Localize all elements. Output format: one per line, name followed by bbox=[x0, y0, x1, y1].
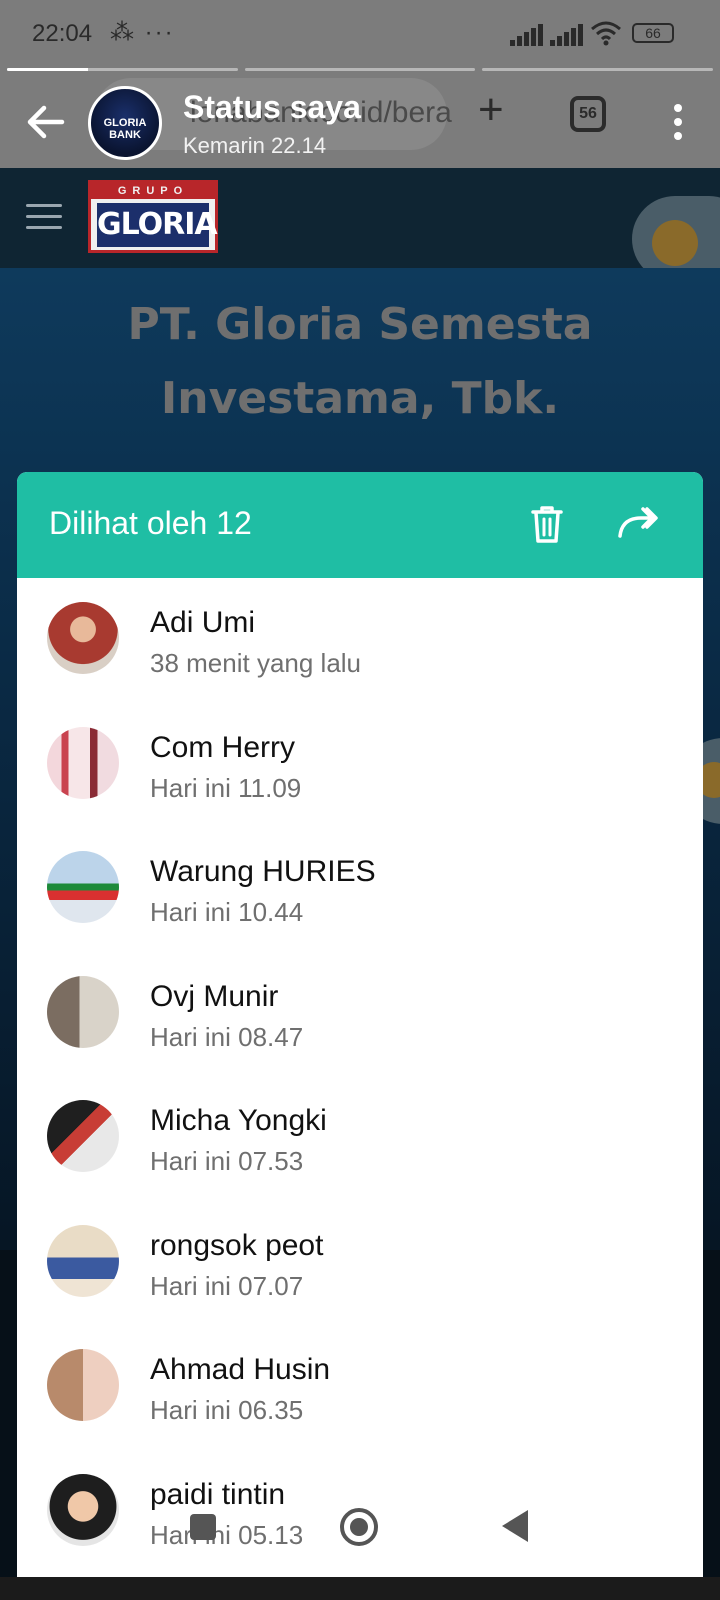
viewer-avatar[interactable] bbox=[47, 1100, 119, 1172]
signal-icon bbox=[510, 24, 543, 46]
viewer-time: 38 menit yang lalu bbox=[150, 648, 362, 678]
viewer-avatar[interactable] bbox=[47, 851, 119, 923]
hero-line-1: PT. Gloria Semesta bbox=[127, 299, 593, 350]
viewer-name: rongsok peot bbox=[150, 1228, 324, 1262]
viewer-name: Com Herry bbox=[150, 730, 296, 764]
notification-icons: ⁂ ··· bbox=[110, 19, 175, 46]
battery-icon: 66 bbox=[632, 23, 674, 43]
viewer-name: Adi Umi bbox=[150, 606, 256, 639]
viewer-time: Hari ini 07.07 bbox=[150, 1270, 304, 1301]
viewers-sheet: Dilihat oleh 12 Adi Umi 38 menit yang la… bbox=[17, 472, 703, 1577]
recents-icon[interactable] bbox=[190, 1514, 216, 1540]
viewer-name: Ahmad Husin bbox=[150, 1353, 331, 1386]
viewer-name: Micha Yongki bbox=[150, 1104, 327, 1137]
viewer-time: Hari ini 11.09 bbox=[150, 772, 302, 803]
avatar-text: GLORIA BANK bbox=[103, 117, 147, 141]
accessibility-icon bbox=[652, 220, 698, 266]
hero-heading: PT. Gloria Semesta Investama, Tbk. bbox=[0, 288, 720, 436]
status-progress bbox=[7, 68, 714, 71]
viewer-avatar[interactable] bbox=[47, 1349, 119, 1421]
viewer-row[interactable]: Adi Umi 38 menit yang lalu bbox=[17, 578, 703, 703]
viewer-avatar[interactable] bbox=[47, 1224, 119, 1297]
viewers-count-title: Dilihat oleh 12 bbox=[49, 505, 252, 541]
status-avatar[interactable]: GLORIA BANK bbox=[88, 86, 162, 160]
trash-icon[interactable] bbox=[529, 504, 565, 544]
status-timestamp: Kemarin 22.14 bbox=[183, 133, 327, 158]
viewer-name: Ovj Munir bbox=[150, 979, 279, 1013]
viewer-row[interactable]: Com Herry Hari ini 11.09 bbox=[17, 703, 703, 828]
hamburger-icon bbox=[26, 204, 62, 237]
viewer-row[interactable]: Ahmad Husin Hari ini 06.35 bbox=[17, 1325, 703, 1450]
viewer-row[interactable]: Ovj Munir Hari ini 08.47 bbox=[17, 952, 703, 1077]
bottom-edge bbox=[0, 1577, 720, 1600]
viewer-row[interactable]: Warung HURIES Hari ini 10.44 bbox=[17, 827, 703, 952]
more-vert-icon[interactable] bbox=[666, 100, 690, 144]
progress-segment bbox=[244, 68, 476, 71]
viewer-name: Warung HURIES bbox=[150, 855, 376, 888]
viewer-avatar[interactable] bbox=[47, 602, 119, 674]
viewer-avatar[interactable] bbox=[47, 975, 119, 1048]
logo-top-text: GRUPO bbox=[91, 183, 215, 199]
progress-segment bbox=[482, 68, 714, 71]
viewer-time: Hari ini 06.35 bbox=[150, 1395, 304, 1425]
viewers-sheet-header: Dilihat oleh 12 bbox=[17, 472, 703, 578]
viewer-time: Hari ini 07.53 bbox=[150, 1146, 304, 1176]
nav-back-icon[interactable] bbox=[502, 1510, 528, 1542]
viewers-list: Adi Umi 38 menit yang lalu Com Herry Har… bbox=[17, 578, 703, 1574]
viewer-row[interactable]: rongsok peot Hari ini 07.07 bbox=[17, 1201, 703, 1326]
hero-line-2: Investama, Tbk. bbox=[160, 373, 560, 424]
viewer-time: Hari ini 08.47 bbox=[150, 1021, 304, 1052]
gloria-logo: GRUPO GLORIA bbox=[88, 180, 218, 253]
signal-icon-2 bbox=[550, 24, 583, 46]
clock: 22:04 bbox=[32, 20, 93, 47]
home-icon[interactable] bbox=[340, 1508, 378, 1546]
tab-count-badge: 56 bbox=[570, 96, 606, 132]
progress-segment bbox=[7, 68, 238, 71]
new-tab-icon: + bbox=[478, 85, 504, 134]
forward-icon[interactable] bbox=[617, 504, 659, 544]
logo-name-text: GLORIA bbox=[97, 203, 218, 247]
wifi-icon bbox=[591, 21, 621, 46]
status-title: Status saya bbox=[183, 89, 361, 125]
viewer-avatar[interactable] bbox=[47, 726, 119, 799]
viewer-row[interactable]: Micha Yongki Hari ini 07.53 bbox=[17, 1076, 703, 1201]
back-arrow-icon[interactable] bbox=[22, 98, 70, 146]
viewer-time: Hari ini 10.44 bbox=[150, 897, 304, 927]
system-status-bar: 22:04 ⁂ ··· 66 bbox=[0, 0, 720, 66]
